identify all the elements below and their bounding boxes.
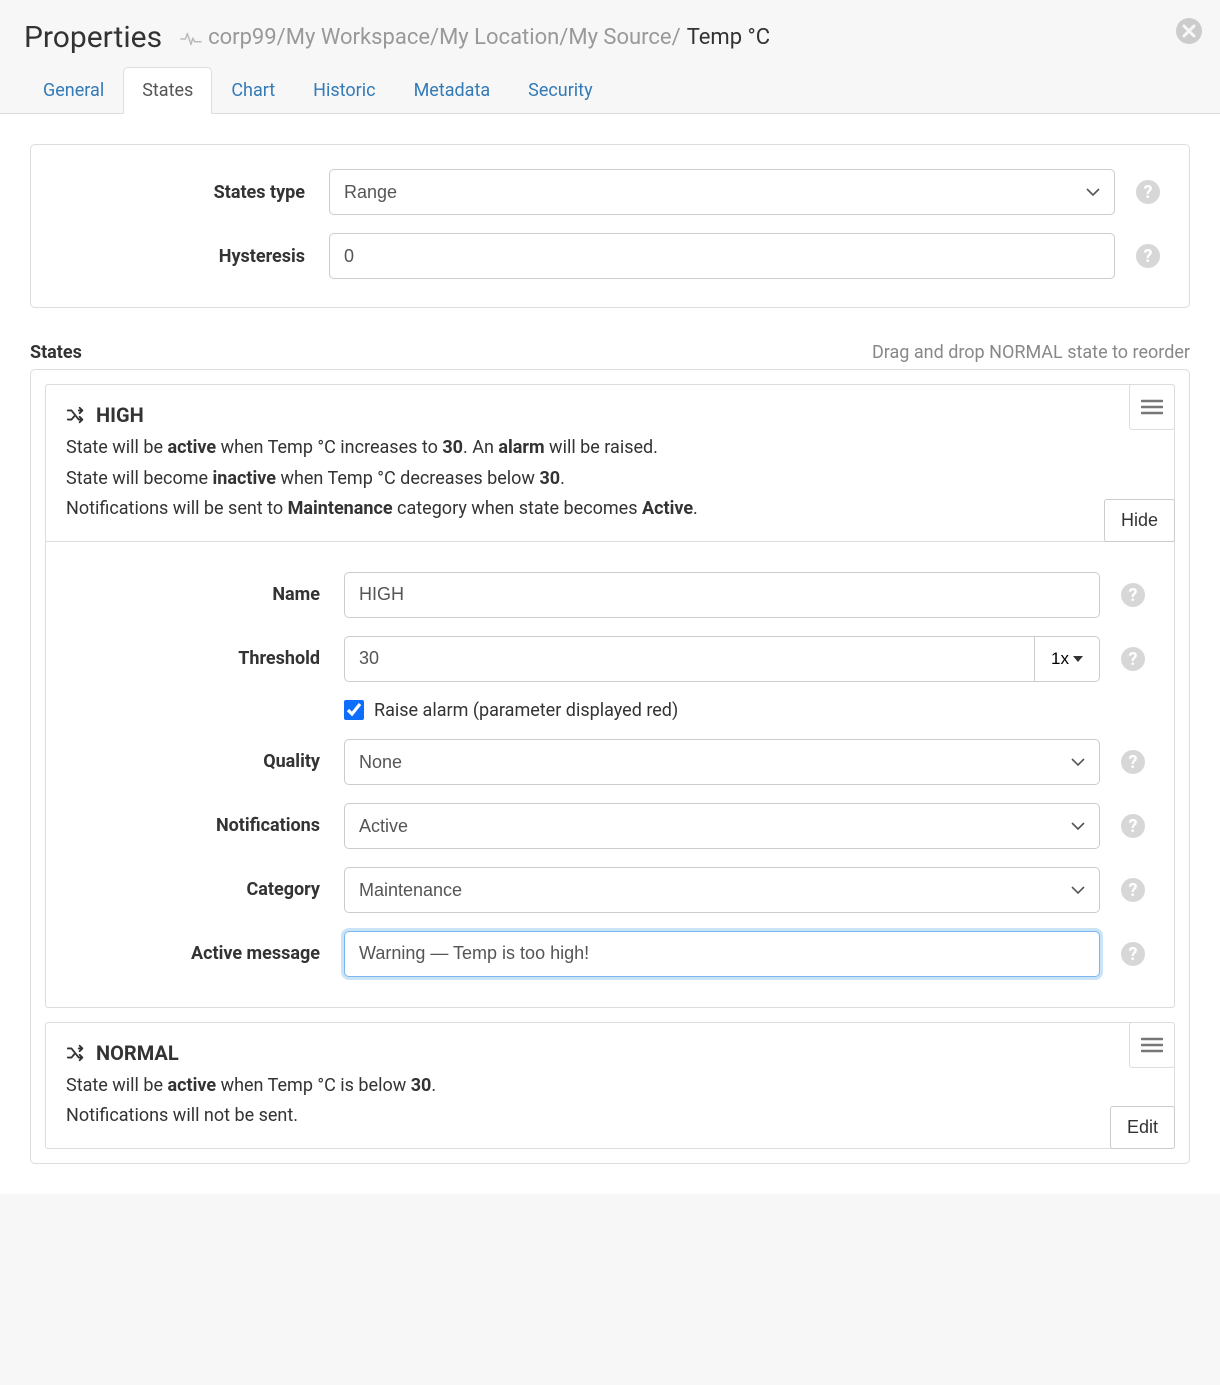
help-icon[interactable]: ? [1135,179,1161,205]
svg-text:?: ? [1129,585,1138,606]
help-icon[interactable]: ? [1120,749,1146,775]
states-type-select[interactable]: Range [329,169,1115,215]
state-title: HIGH [96,403,144,427]
help-icon[interactable]: ? [1120,877,1146,903]
help-icon[interactable]: ? [1120,582,1146,608]
svg-text:?: ? [1129,649,1138,670]
threshold-multiplier-button[interactable]: 1x [1034,636,1100,682]
svg-text:?: ? [1144,182,1153,203]
category-select[interactable]: Maintenance [344,867,1100,913]
hysteresis-label: Hysteresis [59,246,329,267]
state-card-high: HIGH State will be active when Temp °C i… [45,384,1175,1008]
svg-text:?: ? [1129,816,1138,837]
heartbeat-icon [180,29,202,47]
svg-text:?: ? [1129,880,1138,901]
breadcrumb-current: Temp °C [687,25,770,50]
active-message-label: Active message [74,943,344,964]
tab-states[interactable]: States [123,67,212,114]
help-icon[interactable]: ? [1120,941,1146,967]
help-icon[interactable]: ? [1120,646,1146,672]
quality-label: Quality [74,751,344,772]
category-label: Category [74,879,344,900]
help-icon[interactable]: ? [1120,813,1146,839]
threshold-input[interactable] [344,636,1034,682]
state-card-normal: NORMAL State will be active when Temp °C… [45,1022,1175,1149]
raise-alarm-checkbox-label[interactable]: Raise alarm (parameter displayed red) [344,700,678,721]
edit-button[interactable]: Edit [1110,1106,1175,1149]
tabs: General States Chart Historic Metadata S… [0,67,1220,113]
state-description: State will be active when Temp °C is bel… [66,1071,1154,1132]
active-message-input[interactable] [344,931,1100,977]
states-section-hint: Drag and drop NORMAL state to reorder [872,342,1190,363]
shuffle-icon [66,1044,86,1062]
svg-text:?: ? [1129,944,1138,965]
notifications-label: Notifications [74,815,344,836]
states-list: HIGH State will be active when Temp °C i… [30,369,1190,1164]
svg-text:?: ? [1129,752,1138,773]
config-panel: States type Range ? Hysteresis ? [30,144,1190,308]
tab-chart[interactable]: Chart [212,67,294,113]
quality-select[interactable]: None [344,739,1100,785]
drag-handle[interactable] [1129,384,1175,430]
raise-alarm-checkbox[interactable] [344,700,364,720]
close-button[interactable] [1174,16,1204,46]
notifications-select[interactable]: Active [344,803,1100,849]
page-title: Properties [24,20,162,55]
breadcrumb: corp99/My Workspace/My Location/My Sourc… [180,25,770,50]
name-label: Name [74,584,344,605]
states-section-title: States [30,342,82,363]
state-title: NORMAL [96,1041,179,1065]
svg-text:?: ? [1144,246,1153,267]
hide-button[interactable]: Hide [1104,499,1175,542]
breadcrumb-path: corp99/My Workspace/My Location/My Sourc… [208,25,681,50]
tab-historic[interactable]: Historic [294,67,394,113]
tab-metadata[interactable]: Metadata [395,67,510,113]
state-description: State will be active when Temp °C increa… [66,433,1154,525]
states-type-label: States type [59,182,329,203]
shuffle-icon [66,406,86,424]
name-input[interactable] [344,572,1100,618]
caret-down-icon [1073,656,1083,662]
help-icon[interactable]: ? [1135,243,1161,269]
tab-security[interactable]: Security [509,67,611,113]
drag-handle[interactable] [1129,1022,1175,1068]
threshold-label: Threshold [74,648,344,669]
hysteresis-input[interactable] [329,233,1115,279]
tab-general[interactable]: General [24,67,123,113]
